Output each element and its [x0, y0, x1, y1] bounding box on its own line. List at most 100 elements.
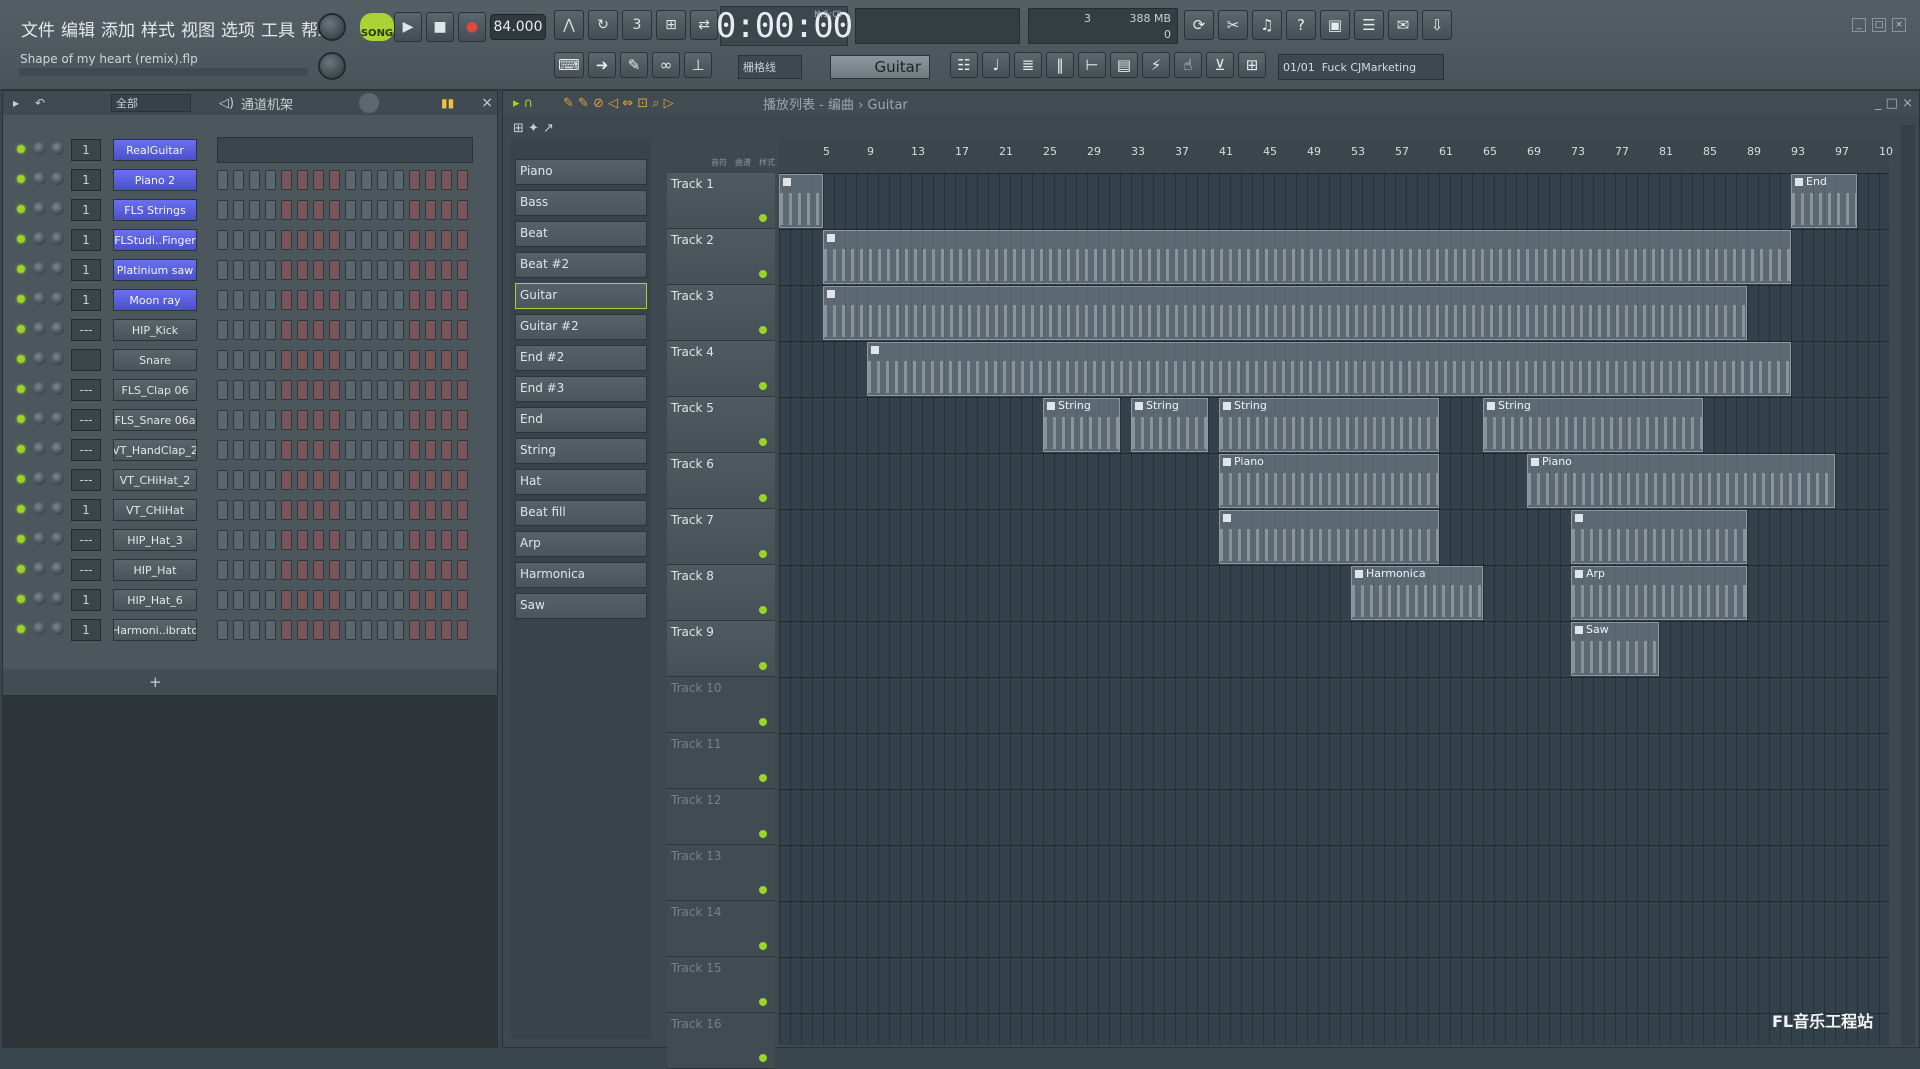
mixer-button[interactable]: ‖	[1046, 52, 1074, 78]
step-button[interactable]	[217, 320, 228, 340]
step-button[interactable]	[345, 440, 356, 460]
step-button[interactable]	[393, 170, 404, 190]
step-button[interactable]	[393, 350, 404, 370]
step-button[interactable]	[361, 380, 372, 400]
playlist-clip[interactable]	[823, 286, 1747, 340]
draw-button[interactable]: ✎	[620, 52, 648, 78]
step-button[interactable]	[377, 200, 388, 220]
step-button[interactable]	[345, 200, 356, 220]
step-button[interactable]	[217, 200, 228, 220]
step-button[interactable]	[441, 410, 452, 430]
step-button[interactable]	[217, 590, 228, 610]
channel-row[interactable]: Snare	[11, 345, 491, 375]
step-edit-button[interactable]: ⊞	[656, 10, 686, 40]
step-button[interactable]	[265, 620, 276, 640]
step-button[interactable]	[457, 470, 468, 490]
step-button[interactable]	[329, 590, 340, 610]
step-button[interactable]	[441, 170, 452, 190]
step-button[interactable]	[329, 440, 340, 460]
track-mute-led[interactable]	[759, 942, 767, 950]
step-button[interactable]	[249, 590, 260, 610]
channel-mute-led[interactable]	[17, 595, 25, 603]
step-button[interactable]	[425, 260, 436, 280]
step-button[interactable]	[361, 350, 372, 370]
track-header[interactable]: Track 1	[667, 173, 775, 229]
step-button[interactable]	[249, 410, 260, 430]
step-button[interactable]	[441, 620, 452, 640]
step-button[interactable]	[249, 440, 260, 460]
step-button[interactable]	[217, 470, 228, 490]
step-button[interactable]	[281, 320, 292, 340]
playlist-clip[interactable]	[1571, 510, 1747, 564]
step-button[interactable]	[217, 440, 228, 460]
step-button[interactable]	[457, 230, 468, 250]
track-mute-led[interactable]	[759, 1054, 767, 1062]
channel-pan-knob[interactable]	[51, 142, 64, 155]
pattern-item[interactable]: Guitar	[515, 283, 647, 309]
step-button[interactable]	[393, 260, 404, 280]
playlist-options-icon[interactable]: ▸ ∩	[513, 96, 533, 111]
step-button[interactable]	[361, 260, 372, 280]
step-button[interactable]	[393, 380, 404, 400]
step-button[interactable]	[297, 440, 308, 460]
channel-row[interactable]: 1 FLStudi..Finger	[11, 225, 491, 255]
step-button[interactable]	[409, 470, 420, 490]
step-button[interactable]	[249, 620, 260, 640]
channel-volume-knob[interactable]	[33, 562, 46, 575]
undo-history-button[interactable]: ⟳	[1184, 10, 1214, 40]
step-button[interactable]	[425, 500, 436, 520]
channel-pan-knob[interactable]	[51, 322, 64, 335]
step-button[interactable]	[441, 440, 452, 460]
step-button[interactable]	[361, 500, 372, 520]
channel-mute-led[interactable]	[17, 295, 25, 303]
track-mute-led[interactable]	[759, 550, 767, 558]
step-button[interactable]	[425, 590, 436, 610]
playlist-clip[interactable]	[1219, 510, 1439, 564]
step-button[interactable]	[265, 410, 276, 430]
countdown-button[interactable]: 3	[622, 10, 652, 40]
step-button[interactable]	[233, 590, 244, 610]
pattern-item[interactable]: Beat #2	[515, 252, 647, 278]
channel-volume-knob[interactable]	[33, 592, 46, 605]
step-button[interactable]	[217, 560, 228, 580]
channel-row[interactable]: 1 Moon ray	[11, 285, 491, 315]
track-header[interactable]: Track 3	[667, 285, 775, 341]
track-header[interactable]: Track 7	[667, 509, 775, 565]
track-mute-led[interactable]	[759, 998, 767, 1006]
playlist-clip[interactable]	[823, 230, 1791, 284]
step-button[interactable]	[233, 410, 244, 430]
step-button[interactable]	[457, 620, 468, 640]
step-button[interactable]	[233, 470, 244, 490]
step-button[interactable]	[345, 500, 356, 520]
step-button[interactable]	[313, 350, 324, 370]
channel-name-button[interactable]: VT_CHiHat_2	[113, 469, 197, 491]
channel-volume-knob[interactable]	[33, 382, 46, 395]
step-button[interactable]	[329, 260, 340, 280]
track-header[interactable]: Track 12	[667, 789, 775, 845]
step-button[interactable]	[297, 260, 308, 280]
channel-mute-led[interactable]	[17, 535, 25, 543]
step-button[interactable]	[441, 530, 452, 550]
step-button[interactable]	[233, 200, 244, 220]
step-button[interactable]	[265, 560, 276, 580]
step-button[interactable]	[425, 440, 436, 460]
channel-volume-knob[interactable]	[33, 322, 46, 335]
step-button[interactable]	[409, 200, 420, 220]
step-button[interactable]	[233, 230, 244, 250]
step-button[interactable]	[409, 440, 420, 460]
channel-pan-knob[interactable]	[51, 442, 64, 455]
step-button[interactable]	[345, 320, 356, 340]
help-button[interactable]: ?	[1286, 10, 1316, 40]
track-header[interactable]: Track 4	[667, 341, 775, 397]
channel-volume-knob[interactable]	[33, 442, 46, 455]
channel-mute-led[interactable]	[17, 145, 25, 153]
channel-row[interactable]: --- HIP_Hat_3	[11, 525, 491, 555]
channel-mixer-track[interactable]: 1	[71, 289, 101, 311]
step-button[interactable]	[281, 530, 292, 550]
channel-mute-led[interactable]	[17, 175, 25, 183]
record-audio-button[interactable]: ♫	[1252, 10, 1282, 40]
step-button[interactable]	[297, 560, 308, 580]
step-button[interactable]	[393, 500, 404, 520]
step-button[interactable]	[457, 320, 468, 340]
step-button[interactable]	[249, 200, 260, 220]
